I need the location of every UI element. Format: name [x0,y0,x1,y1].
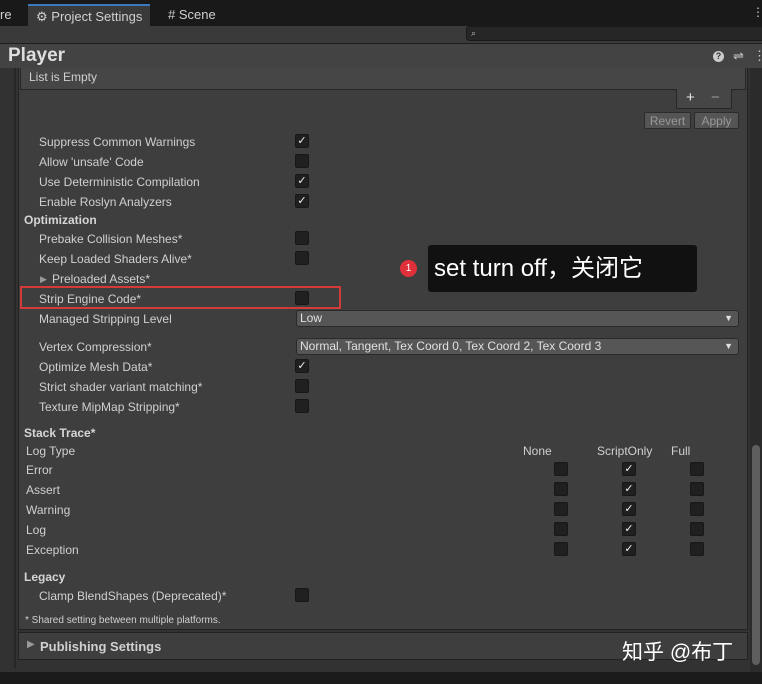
strict-shader-variant-matching-checkbox[interactable] [295,379,309,393]
list-empty-text: List is Empty [29,70,98,84]
log-type-checkbox[interactable]: ✓ [622,542,636,556]
enable-roslyn-analyzers-label: Enable Roslyn Analyzers [39,195,172,209]
log-type-checkbox[interactable] [554,502,568,516]
log-type-checkbox[interactable]: ✓ [622,522,636,536]
managed-stripping-level-label: Managed Stripping Level [39,312,172,326]
chevron-down-icon: ▼ [724,341,733,351]
hash-icon: # [168,7,176,22]
log-type-checkbox[interactable] [690,542,704,556]
strict-shader-variant-matching-label: Strict shader variant matching* [39,380,203,394]
tab-project-settings[interactable]: ⚙ Project Settings [28,4,151,26]
log-type-checkbox[interactable] [690,462,704,476]
remove-button[interactable]: − [711,89,720,106]
highlight-box [20,286,341,309]
log-type-checkbox[interactable] [690,502,704,516]
search-icon: ⌕ [471,28,477,38]
vertex-compression-dropdown[interactable]: Normal, Tangent, Tex Coord 0, Tex Coord … [296,338,739,355]
log-type-checkbox[interactable] [554,542,568,556]
tab-label: Project Settings [51,9,143,24]
column-header: None [523,444,552,458]
footnote: * Shared setting between multiple platfo… [25,615,221,626]
annotation-tooltip: set turn off，关闭它 [428,245,697,292]
tab-previous[interactable]: re [0,4,20,26]
gear-icon: ⚙ [36,9,48,24]
log-type-row-label: Log [26,523,47,537]
prebake-collision-meshes-checkbox[interactable] [295,231,309,245]
help-icon[interactable]: ? [713,51,724,62]
managed-stripping-level-value: Low [300,311,323,325]
prebake-collision-meshes-label: Prebake Collision Meshes* [39,232,183,246]
log-type-checkbox[interactable]: ✓ [622,462,636,476]
scrollbar-thumb[interactable] [752,445,760,665]
suppress-common-warnings-label: Suppress Common Warnings [39,135,196,149]
list-controls: + − [676,89,732,109]
allow-unsafe-code-checkbox[interactable] [295,154,309,168]
use-deterministic-compilation-checkbox[interactable]: ✓ [295,174,309,188]
foldout-arrow-icon[interactable]: ▶ [40,274,47,285]
publishing-settings-label: Publishing Settings [40,639,162,654]
column-header: Full [671,444,691,458]
log-type-checkbox[interactable] [554,482,568,496]
allow-unsafe-code-label: Allow 'unsafe' Code [39,155,144,169]
keep-loaded-shaders-alive-checkbox[interactable] [295,251,309,265]
log-type-checkbox[interactable] [690,522,704,536]
vertex-compression-label: Vertex Compression* [39,340,152,354]
log-type-row-label: Error [26,463,53,477]
search-input[interactable]: ⌕ [466,26,762,41]
page-title: Player [8,45,66,66]
clamp-blendshapes-label: Clamp BlendShapes (Deprecated)* [39,589,227,603]
log-type-row-label: Assert [26,483,61,497]
apply-button[interactable]: Apply [694,112,739,129]
tab-menu-icon[interactable]: ⋮ [752,5,762,19]
preset-icon[interactable]: ⇌ [733,48,744,64]
log-type-row-label: Exception [26,543,79,557]
legacy-header: Legacy [24,570,66,584]
annotation-badge: 1 [400,260,417,277]
column-header: ScriptOnly [597,444,653,458]
texture-mipmap-stripping-label: Texture MipMap Stripping* [39,400,180,414]
keep-loaded-shaders-alive-label: Keep Loaded Shaders Alive* [39,252,192,266]
log-type-label: Log Type [26,444,76,458]
bottom-bar [0,672,762,684]
watermark: 知乎 @布丁 [622,641,734,664]
revert-button[interactable]: Revert [644,112,691,129]
managed-stripping-level-dropdown[interactable]: Low ▼ [296,310,739,327]
tab-scene[interactable]: # Scene [160,4,224,26]
preloaded-assets-foldout[interactable]: Preloaded Assets* [52,272,150,286]
inspector-header [0,44,762,68]
tab-label: re [0,7,12,22]
optimize-mesh-data-label: Optimize Mesh Data* [39,360,153,374]
enable-roslyn-analyzers-checkbox[interactable]: ✓ [295,194,309,208]
more-icon[interactable]: ⋮ [753,48,762,64]
panel-divider [14,68,16,668]
clamp-blendshapes-checkbox[interactable] [295,588,309,602]
texture-mipmap-stripping-checkbox[interactable] [295,399,309,413]
add-button[interactable]: + [686,89,695,106]
stack-trace-header: Stack Trace* [24,426,96,440]
log-type-checkbox[interactable] [690,482,704,496]
log-type-checkbox[interactable]: ✓ [622,482,636,496]
chevron-down-icon: ▼ [724,313,733,323]
tab-label: Scene [178,7,216,22]
foldout-arrow-icon: ▶ [27,639,35,650]
optimization-header: Optimization [24,213,97,227]
log-type-checkbox[interactable]: ✓ [622,502,636,516]
vertex-compression-value: Normal, Tangent, Tex Coord 0, Tex Coord … [300,339,602,353]
log-type-checkbox[interactable] [554,522,568,536]
suppress-common-warnings-checkbox[interactable]: ✓ [295,134,309,148]
log-type-checkbox[interactable] [554,462,568,476]
optimize-mesh-data-checkbox[interactable]: ✓ [295,359,309,373]
use-deterministic-compilation-label: Use Deterministic Compilation [39,175,200,189]
log-type-row-label: Warning [26,503,71,517]
list-box: List is Empty [20,68,746,90]
